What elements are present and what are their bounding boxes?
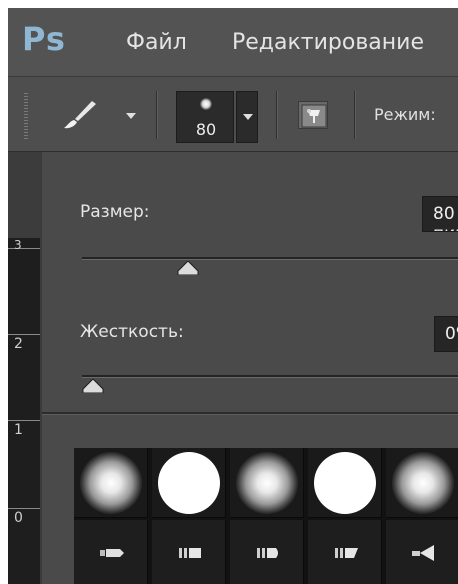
size-input[interactable]: 80 пикс [422, 196, 458, 232]
ruler-label: 2 [14, 336, 23, 352]
hardness-label: Жесткость: [80, 322, 184, 342]
angled-tip-icon [335, 548, 358, 558]
separator [156, 91, 157, 139]
menu-edit[interactable]: Редактирование [232, 30, 424, 55]
ruler-label: 3 [14, 238, 22, 252]
brush-preset-grid [74, 448, 458, 584]
fan-tip-icon [412, 545, 434, 561]
separator [276, 91, 277, 139]
hard-round-brush-icon [158, 452, 220, 514]
options-bar: 80 Режим: [8, 76, 458, 152]
hardness-slider-track[interactable] [82, 375, 458, 378]
photoshop-window: Ps Файл Редактирование 80 Режим: 3 2 1 0… [8, 8, 458, 584]
brush-preset-soft-round[interactable] [74, 448, 148, 518]
brush-tip-flat[interactable] [152, 520, 226, 584]
brush-tool-button[interactable] [58, 95, 102, 135]
brush-panel-icon [301, 104, 327, 128]
flat-tip-icon [179, 548, 201, 558]
size-slider-track[interactable] [82, 257, 458, 260]
ruler-label: 1 [14, 422, 23, 438]
size-label: Размер: [80, 202, 150, 222]
soft-round-brush-icon [392, 452, 454, 514]
brush-preset-hard-round[interactable] [152, 448, 226, 518]
brush-tip-fan[interactable] [386, 520, 458, 584]
ruler-mark [8, 420, 40, 421]
ruler-mark [8, 334, 40, 335]
ruler-mark [8, 508, 40, 509]
hardness-input[interactable]: 0% [434, 316, 458, 352]
brush-icon [64, 101, 96, 129]
ruler-corner [8, 152, 40, 238]
app-logo: Ps [22, 20, 66, 58]
airbrush-tip-icon [100, 549, 124, 557]
brush-preview-icon [200, 98, 212, 110]
size-slider-thumb[interactable] [177, 261, 199, 275]
brush-tip-round[interactable] [230, 520, 304, 584]
round-tip-icon [257, 548, 278, 558]
ruler-label: 0 [14, 510, 23, 526]
chevron-down-icon [243, 114, 253, 120]
menu-file[interactable]: Файл [126, 30, 187, 55]
ruler-mark [8, 248, 40, 249]
soft-round-brush-icon [80, 452, 142, 514]
hard-round-brush-icon [314, 452, 376, 514]
options-bar-grip-icon[interactable] [24, 93, 28, 139]
brush-preset-hard-round[interactable] [308, 448, 382, 518]
soft-round-brush-icon [236, 452, 298, 514]
hardness-slider-thumb[interactable] [82, 379, 104, 393]
blend-mode-label: Режим: [374, 105, 436, 124]
brush-panel-toggle-button[interactable] [298, 101, 328, 129]
brush-tip-angled[interactable] [308, 520, 382, 584]
brush-tool-dropdown-icon[interactable] [126, 113, 136, 119]
brush-preset-picker[interactable]: 80 [176, 91, 234, 143]
brush-tip-airbrush[interactable] [74, 520, 148, 584]
brush-preset-dropdown[interactable] [236, 91, 258, 143]
brush-preset-soft-round[interactable] [230, 448, 304, 518]
panel-divider [42, 412, 458, 414]
brush-preset-soft-round[interactable] [386, 448, 458, 518]
separator [354, 91, 355, 139]
brush-size-readout: 80 [195, 120, 217, 139]
menu-bar: Ps Файл Редактирование [8, 8, 458, 76]
